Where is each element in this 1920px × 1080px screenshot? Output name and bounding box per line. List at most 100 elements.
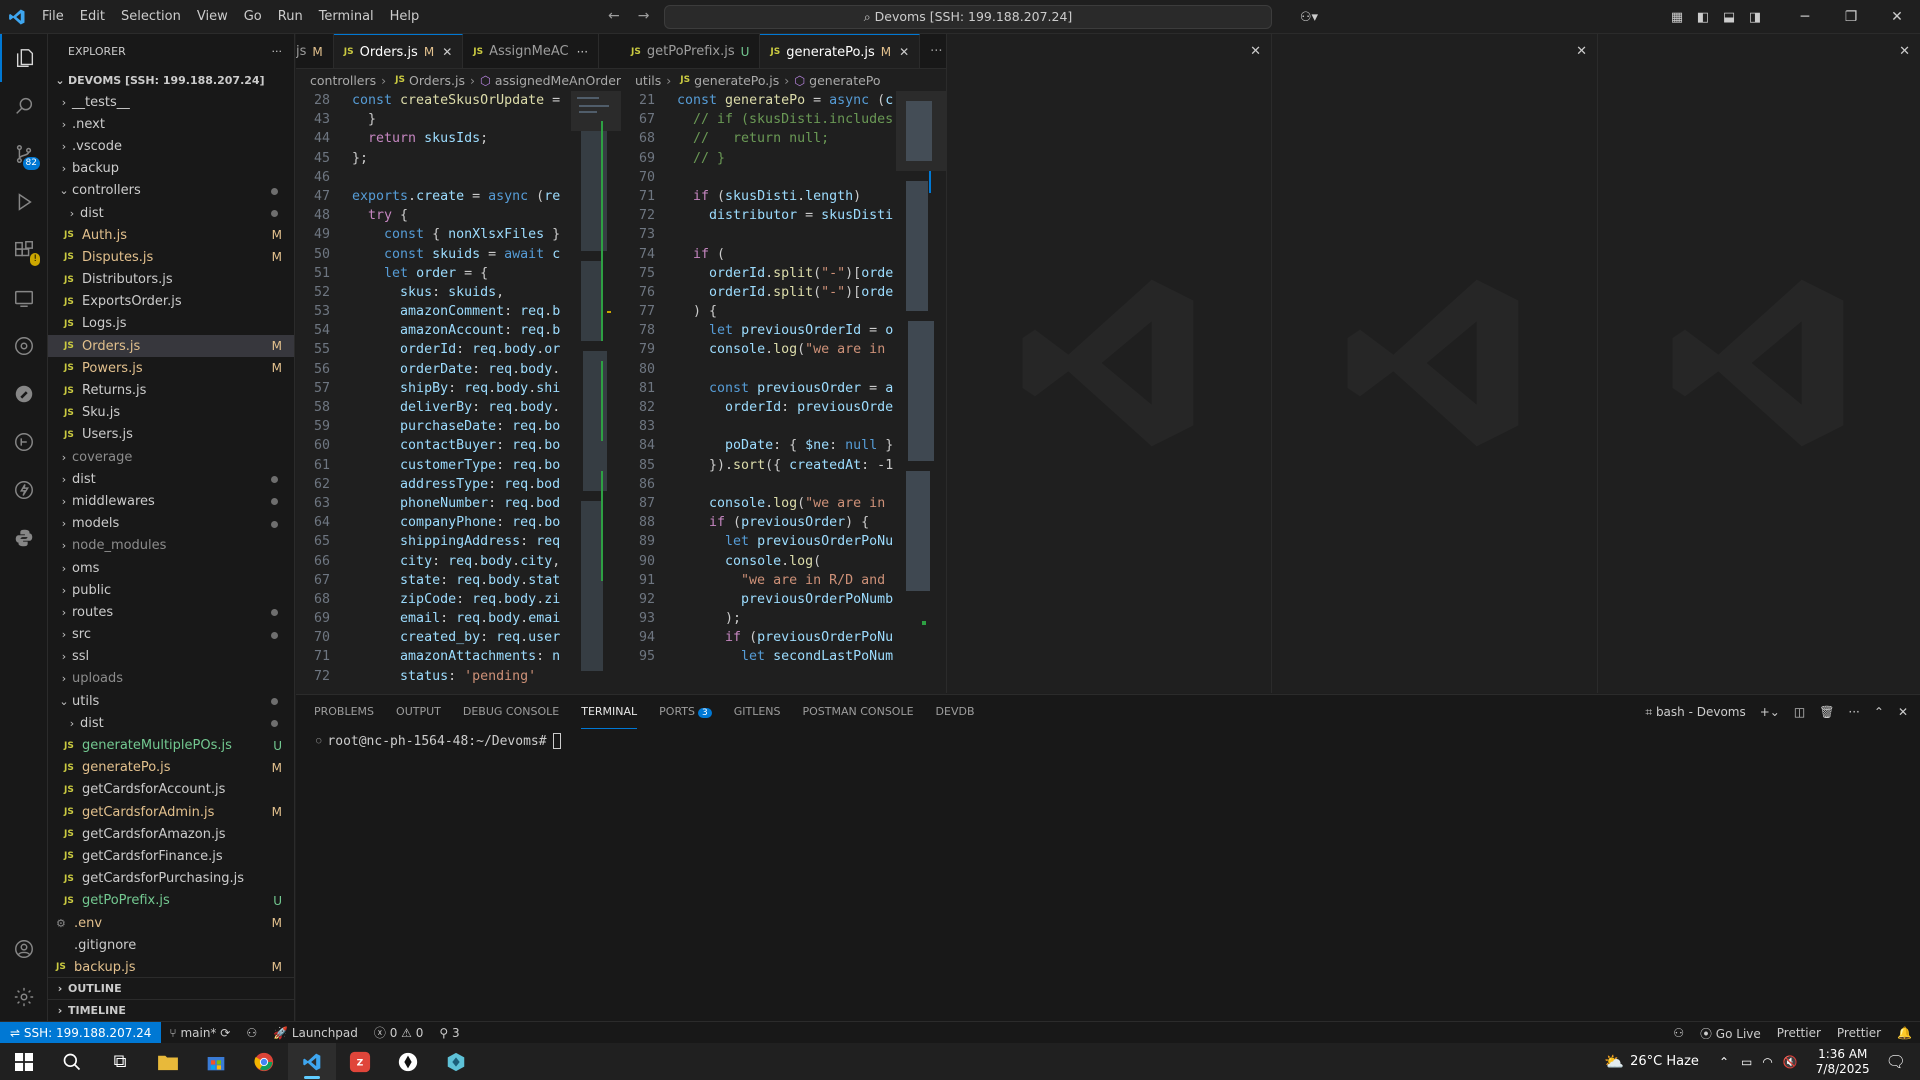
tree-item[interactable]: › routes: [48, 601, 294, 623]
explorer-icon[interactable]: [0, 34, 48, 82]
tree-item[interactable]: JS Orders.js M: [48, 335, 294, 358]
toggle-secondary-sidebar-icon[interactable]: ◨: [1742, 10, 1768, 25]
tree-item[interactable]: ⌄ controllers: [48, 180, 294, 202]
copilot-status-icon[interactable]: ⚇: [1665, 1026, 1692, 1040]
run-debug-icon[interactable]: [0, 178, 48, 226]
clock[interactable]: 1:36 AM 7/8/2025: [1806, 1047, 1880, 1077]
tree-item[interactable]: › ssl: [48, 646, 294, 668]
file-explorer-icon[interactable]: [144, 1043, 192, 1080]
editor2-code[interactable]: 21 const generatePo = async (c 67 // if (s…: [621, 91, 896, 694]
windows-start-icon[interactable]: [0, 1043, 48, 1080]
tree-item[interactable]: JS Users.js: [48, 424, 294, 446]
more-tabs-icon[interactable]: ···: [577, 45, 588, 59]
panel-tab-postman-console[interactable]: POSTMAN CONSOLE: [803, 695, 914, 729]
tree-item[interactable]: › uploads: [48, 668, 294, 690]
go-live-button[interactable]: ⦿ Go Live: [1692, 1025, 1769, 1042]
prettier-status[interactable]: Prettier: [1769, 1026, 1829, 1040]
tree-item[interactable]: JS Distributors.js: [48, 269, 294, 291]
menu-terminal[interactable]: Terminal: [311, 0, 382, 34]
prettier-status-2[interactable]: Prettier: [1829, 1026, 1889, 1040]
tree-item[interactable]: › dist: [48, 202, 294, 224]
remote-explorer-icon[interactable]: [0, 274, 48, 322]
restore-icon[interactable]: ❐: [1828, 9, 1874, 25]
app-circle-icon[interactable]: [384, 1043, 432, 1080]
tree-item[interactable]: JS Powers.js M: [48, 357, 294, 379]
tree-item[interactable]: › .vscode: [48, 135, 294, 157]
breadcrumb-item[interactable]: generatePo: [809, 73, 880, 88]
notifications-bell-icon[interactable]: 🔔: [1889, 1026, 1920, 1040]
menu-view[interactable]: View: [189, 0, 236, 34]
timeline-section[interactable]: › TIMELINE: [48, 999, 294, 1021]
maximize-panel-icon[interactable]: ⌃: [1874, 705, 1884, 719]
gitlens-icon[interactable]: [0, 322, 48, 370]
copilot-icon[interactable]: ⚇▾: [1296, 10, 1322, 25]
branch-indicator[interactable]: ⑂ main* ⟳: [161, 1026, 238, 1040]
back-arrow-icon[interactable]: ←: [608, 8, 620, 24]
postman-icon[interactable]: [0, 370, 48, 418]
tree-item[interactable]: JS generateMultiplePOs.js U: [48, 734, 294, 756]
editor-tab[interactable]: JS getPoPrefix.js U: [621, 34, 761, 68]
tree-item[interactable]: › public: [48, 579, 294, 601]
tree-item[interactable]: › models: [48, 513, 294, 535]
close-tab-icon[interactable]: ✕: [899, 45, 909, 59]
tree-item[interactable]: › backup: [48, 158, 294, 180]
editor-tab[interactable]: JS generatePo.js M ✕: [760, 34, 921, 68]
close-group-icon[interactable]: ✕: [1250, 44, 1261, 59]
tree-item[interactable]: JS getCardsforPurchasing.js: [48, 868, 294, 890]
more-actions-icon[interactable]: ···: [272, 45, 283, 58]
editor-actions-more-icon[interactable]: ···: [920, 34, 946, 68]
battery-icon[interactable]: ▭: [1741, 1055, 1752, 1069]
terminal-instance[interactable]: ⌗ bash - Devoms: [1645, 705, 1745, 720]
tray-overflow-icon[interactable]: ⌃: [1719, 1055, 1729, 1069]
tree-item[interactable]: JS ExportsOrder.js: [48, 291, 294, 313]
kill-terminal-icon[interactable]: 🗑: [1819, 705, 1834, 719]
terminal-output[interactable]: ○ root@nc-ph-1564-48:~/Devoms#: [296, 729, 1920, 753]
tree-item[interactable]: JS getPoPrefix.js U: [48, 890, 294, 912]
menu-file[interactable]: File: [34, 0, 72, 34]
panel-tab-debug-console[interactable]: DEBUG CONSOLE: [463, 695, 559, 729]
toggle-panel-icon[interactable]: ⬓: [1716, 10, 1742, 25]
tree-item[interactable]: › oms: [48, 557, 294, 579]
tree-item[interactable]: JS backup.js M: [48, 956, 294, 978]
weather-label[interactable]: 26°C Haze: [1630, 1054, 1699, 1069]
breadcrumb-item[interactable]: utils: [635, 73, 661, 88]
menu-run[interactable]: Run: [270, 0, 311, 34]
breadcrumb-item[interactable]: generatePo.js: [694, 73, 779, 88]
panel-tab-gitlens[interactable]: GITLENS: [734, 695, 781, 729]
split-terminal-icon[interactable]: ◫: [1794, 705, 1805, 719]
command-center[interactable]: ⌕ Devoms [SSH: 199.188.207.24]: [664, 5, 1272, 29]
task-view-icon[interactable]: ⧉: [96, 1043, 144, 1080]
extensions-icon[interactable]: !: [0, 226, 48, 274]
tree-item[interactable]: JS Returns.js: [48, 379, 294, 401]
panel-tab-problems[interactable]: PROBLEMS: [314, 695, 374, 729]
launchpad-indicator[interactable]: 🚀 Launchpad: [265, 1026, 366, 1040]
app-diamond-icon[interactable]: [432, 1043, 480, 1080]
gitlens-commit-graph-icon[interactable]: ⚇: [238, 1026, 265, 1040]
tree-item[interactable]: › .next: [48, 113, 294, 135]
breadcrumb-item[interactable]: Orders.js: [409, 73, 465, 88]
editor-tab[interactable]: JS AssignMeAC ···: [463, 34, 600, 68]
tree-item[interactable]: › dist: [48, 468, 294, 490]
tree-item[interactable]: JS Sku.js: [48, 402, 294, 424]
microsoft-store-icon[interactable]: [192, 1043, 240, 1080]
gitlens-inspect-icon[interactable]: [0, 418, 48, 466]
problems-indicator[interactable]: ⓧ 0 ⚠ 0: [366, 1024, 432, 1041]
tree-item[interactable]: › middlewares: [48, 490, 294, 512]
customize-layout-icon[interactable]: ▦: [1664, 10, 1690, 25]
ports-indicator[interactable]: ⚲ 3: [431, 1026, 467, 1040]
weather-icon[interactable]: ⛅: [1604, 1052, 1624, 1071]
tree-item[interactable]: JS generatePo.js M: [48, 757, 294, 779]
close-group-icon[interactable]: ✕: [1899, 44, 1910, 59]
tree-item[interactable]: ⚙ .env M: [48, 912, 294, 934]
tree-item[interactable]: .gitignore: [48, 934, 294, 956]
editor-tab[interactable]: JS Orders.js M ✕: [333, 34, 464, 68]
workspace-root[interactable]: ⌄ DEVOMS [SSH: 199.188.207.24]: [48, 69, 294, 91]
new-terminal-icon[interactable]: +⌄: [1760, 705, 1780, 719]
tree-item[interactable]: › coverage: [48, 446, 294, 468]
close-group-icon[interactable]: ✕: [1576, 44, 1587, 59]
tree-item[interactable]: › src: [48, 624, 294, 646]
menu-go[interactable]: Go: [236, 0, 270, 34]
volume-muted-icon[interactable]: 🔇: [1783, 1055, 1798, 1069]
editor-tab[interactable]: js M: [296, 34, 334, 68]
editor1-minimap[interactable]: [571, 91, 621, 694]
